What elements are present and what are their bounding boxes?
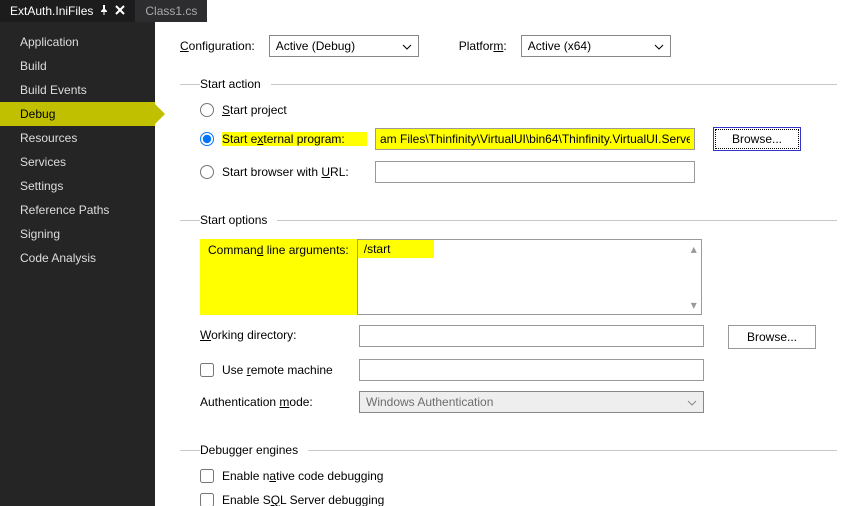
- browse-workdir-button[interactable]: Browse...: [728, 325, 816, 349]
- platform-label: Platform:: [459, 39, 507, 53]
- sidebar-item-build[interactable]: Build: [0, 54, 155, 78]
- sidebar-item-reference-paths[interactable]: Reference Paths: [0, 198, 155, 222]
- native-debug-checkbox[interactable]: [200, 469, 214, 483]
- tab-label: ExtAuth.IniFiles: [10, 4, 93, 18]
- auth-mode-row: Authentication mode: Windows Authenticat…: [200, 391, 837, 413]
- editor-tabs: ExtAuth.IniFiles Class1.cs: [0, 0, 207, 22]
- working-dir-row: Working directory: Browse...: [200, 325, 837, 349]
- working-dir-input[interactable]: [359, 325, 704, 347]
- sql-debug-label: Enable SQL Server debugging: [222, 493, 384, 506]
- auth-mode-dropdown: Windows Authentication: [359, 391, 704, 413]
- chevron-down-icon: [687, 395, 697, 409]
- native-debug-row: Enable native code debugging: [200, 469, 837, 483]
- sidebar-item-resources[interactable]: Resources: [0, 126, 155, 150]
- native-debug-label: Enable native code debugging: [222, 469, 383, 483]
- platform-dropdown[interactable]: Active (x64): [521, 35, 671, 57]
- start-external-label: Start external program:: [222, 132, 367, 146]
- config-row: Configuration: Active (Debug) Platform: …: [180, 35, 837, 57]
- sidebar-item-build-events[interactable]: Build Events: [0, 78, 155, 102]
- start-external-input[interactable]: [375, 128, 695, 150]
- configuration-label: Configuration:: [180, 39, 255, 53]
- start-external-row: Start external program: Browse...: [200, 127, 837, 151]
- tab-label: Class1.cs: [145, 4, 197, 18]
- remote-checkbox[interactable]: [200, 363, 214, 377]
- remote-row: Use remote machine: [200, 359, 837, 381]
- start-action-group: Start action Start project Start externa…: [180, 77, 837, 201]
- sidebar: Application Build Build Events Debug Res…: [0, 0, 155, 506]
- start-project-radio[interactable]: [200, 103, 214, 117]
- cmd-args-row: Command line arguments: /start ▴ ▾: [200, 239, 837, 315]
- scroll-down-icon[interactable]: ▾: [691, 298, 697, 312]
- sql-debug-checkbox[interactable]: [200, 493, 214, 506]
- start-options-group: Start options Command line arguments: /s…: [180, 213, 837, 431]
- sidebar-item-services[interactable]: Services: [0, 150, 155, 174]
- close-icon[interactable]: [115, 4, 125, 18]
- remote-label: Use remote machine: [222, 363, 333, 377]
- sidebar-item-signing[interactable]: Signing: [0, 222, 155, 246]
- chevron-down-icon: [402, 39, 412, 53]
- sidebar-item-debug[interactable]: Debug: [0, 102, 155, 126]
- tab-inactive[interactable]: Class1.cs: [135, 0, 207, 22]
- start-browser-row: Start browser with URL:: [200, 161, 837, 183]
- working-dir-label: Working directory:: [200, 325, 345, 342]
- auth-mode-label: Authentication mode:: [200, 395, 345, 409]
- content-panel: Configuration: Active (Debug) Platform: …: [155, 0, 857, 506]
- chevron-down-icon: [654, 39, 664, 53]
- sidebar-item-application[interactable]: Application: [0, 30, 155, 54]
- configuration-dropdown[interactable]: Active (Debug): [269, 35, 419, 57]
- debugger-group: Debugger engines Enable native code debu…: [180, 443, 837, 506]
- sql-debug-row: Enable SQL Server debugging: [200, 493, 837, 506]
- remote-input[interactable]: [359, 359, 704, 381]
- sidebar-item-code-analysis[interactable]: Code Analysis: [0, 246, 155, 270]
- start-action-legend: Start action: [200, 77, 271, 91]
- scroll-up-icon[interactable]: ▴: [691, 242, 697, 256]
- cmd-args-label: Command line arguments:: [200, 239, 357, 315]
- start-options-legend: Start options: [200, 213, 277, 227]
- cmd-args-input[interactable]: /start ▴ ▾: [357, 239, 702, 315]
- tab-active[interactable]: ExtAuth.IniFiles: [0, 0, 135, 22]
- configuration-value: Active (Debug): [276, 39, 355, 53]
- start-project-row: Start project: [200, 103, 837, 117]
- start-browser-label: Start browser with URL:: [222, 165, 367, 179]
- sidebar-item-settings[interactable]: Settings: [0, 174, 155, 198]
- start-external-radio[interactable]: [200, 132, 214, 146]
- browse-external-button[interactable]: Browse...: [713, 127, 801, 151]
- pin-icon[interactable]: [99, 4, 109, 18]
- start-browser-radio[interactable]: [200, 165, 214, 179]
- cmd-args-value: /start: [358, 240, 434, 258]
- start-browser-input[interactable]: [375, 161, 695, 183]
- debugger-legend: Debugger engines: [200, 443, 308, 457]
- platform-value: Active (x64): [528, 39, 591, 53]
- start-project-label: Start project: [222, 103, 367, 117]
- auth-mode-value: Windows Authentication: [366, 395, 493, 409]
